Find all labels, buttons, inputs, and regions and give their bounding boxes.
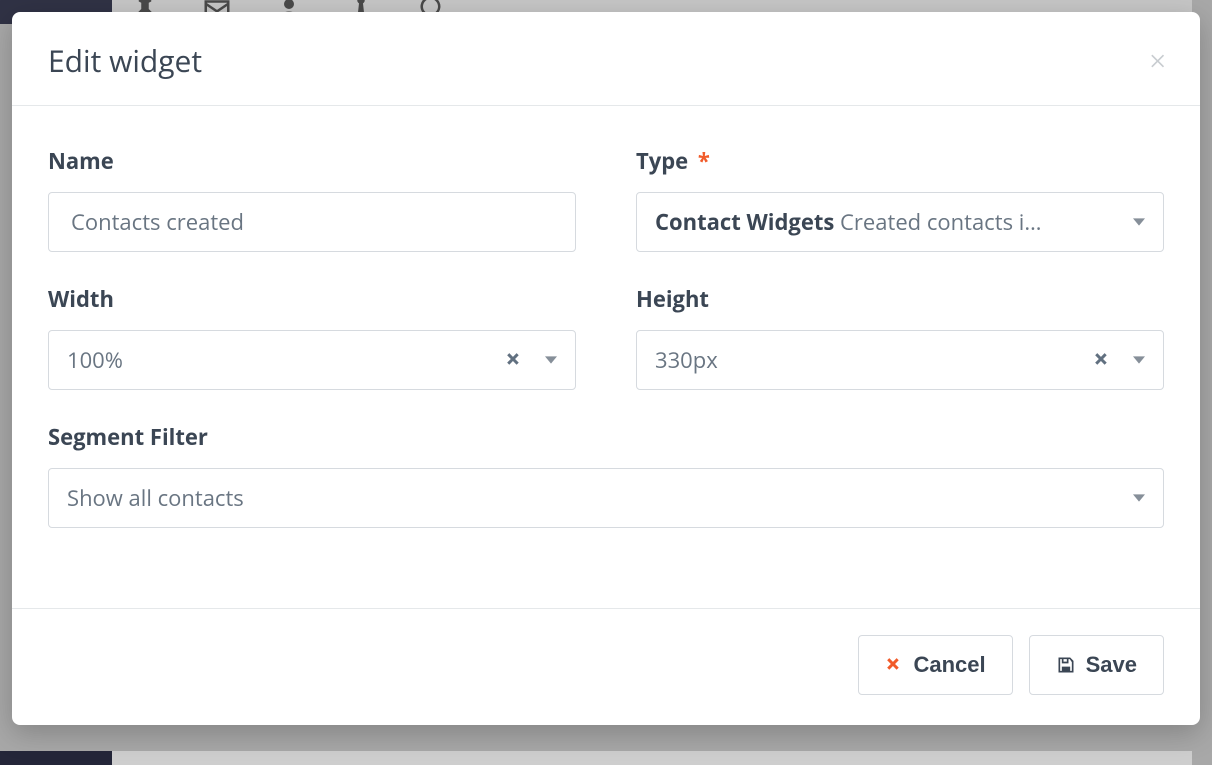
row-segment: Segment Filter Show all contacts bbox=[48, 422, 1164, 528]
height-label: Height bbox=[636, 284, 1164, 314]
edit-widget-modal: Edit widget Name Type * Contact Widgets … bbox=[12, 12, 1200, 725]
clear-x-icon bbox=[505, 351, 523, 369]
row-width-height: Width 100% Height 330px bbox=[48, 284, 1164, 390]
width-selected-value: 100% bbox=[67, 345, 491, 375]
group-type: Type * Contact Widgets Created contacts … bbox=[636, 146, 1164, 252]
caret-down-icon bbox=[545, 354, 557, 366]
group-name: Name bbox=[48, 146, 576, 252]
type-option: Created contacts i… bbox=[834, 207, 1041, 237]
group-segment: Segment Filter Show all contacts bbox=[48, 422, 1164, 528]
group-height: Height 330px bbox=[636, 284, 1164, 390]
width-clear-button[interactable] bbox=[499, 347, 529, 373]
group-width: Width 100% bbox=[48, 284, 576, 390]
modal-header: Edit widget bbox=[12, 12, 1200, 106]
segment-select[interactable]: Show all contacts bbox=[48, 468, 1164, 528]
height-selected-value: 330px bbox=[655, 345, 1079, 375]
modal-footer: Cancel Save bbox=[12, 608, 1200, 725]
cancel-label: Cancel bbox=[913, 652, 985, 678]
caret-down-icon bbox=[1133, 354, 1145, 366]
close-icon bbox=[1148, 51, 1168, 71]
caret-down-icon bbox=[1133, 216, 1145, 228]
caret-down-icon bbox=[1133, 492, 1145, 504]
modal-body: Name Type * Contact Widgets Created cont… bbox=[12, 106, 1200, 608]
modal-title: Edit widget bbox=[48, 40, 202, 81]
save-button[interactable]: Save bbox=[1029, 635, 1164, 695]
clear-x-icon bbox=[1093, 351, 1111, 369]
save-floppy-icon bbox=[1056, 655, 1076, 675]
cancel-button[interactable]: Cancel bbox=[858, 635, 1012, 695]
height-select[interactable]: 330px bbox=[636, 330, 1164, 390]
width-label: Width bbox=[48, 284, 576, 314]
required-asterisk: * bbox=[698, 146, 710, 176]
type-caret bbox=[1125, 216, 1149, 228]
type-label: Type * bbox=[636, 146, 1164, 176]
type-selected-value: Contact Widgets Created contacts i… bbox=[655, 207, 1117, 237]
name-label: Name bbox=[48, 146, 576, 176]
row-name-type: Name Type * Contact Widgets Created cont… bbox=[48, 146, 1164, 252]
segment-selected-value: Show all contacts bbox=[67, 483, 1117, 513]
segment-label: Segment Filter bbox=[48, 422, 1164, 452]
height-clear-button[interactable] bbox=[1087, 347, 1117, 373]
width-caret bbox=[537, 354, 561, 366]
segment-caret bbox=[1125, 492, 1149, 504]
width-select[interactable]: 100% bbox=[48, 330, 576, 390]
close-button[interactable] bbox=[1148, 51, 1168, 71]
type-select[interactable]: Contact Widgets Created contacts i… bbox=[636, 192, 1164, 252]
cancel-x-icon bbox=[885, 656, 903, 674]
name-input[interactable] bbox=[48, 192, 576, 252]
height-caret bbox=[1125, 354, 1149, 366]
type-group: Contact Widgets bbox=[655, 207, 834, 237]
save-label: Save bbox=[1086, 652, 1137, 678]
type-label-text: Type bbox=[636, 146, 688, 176]
